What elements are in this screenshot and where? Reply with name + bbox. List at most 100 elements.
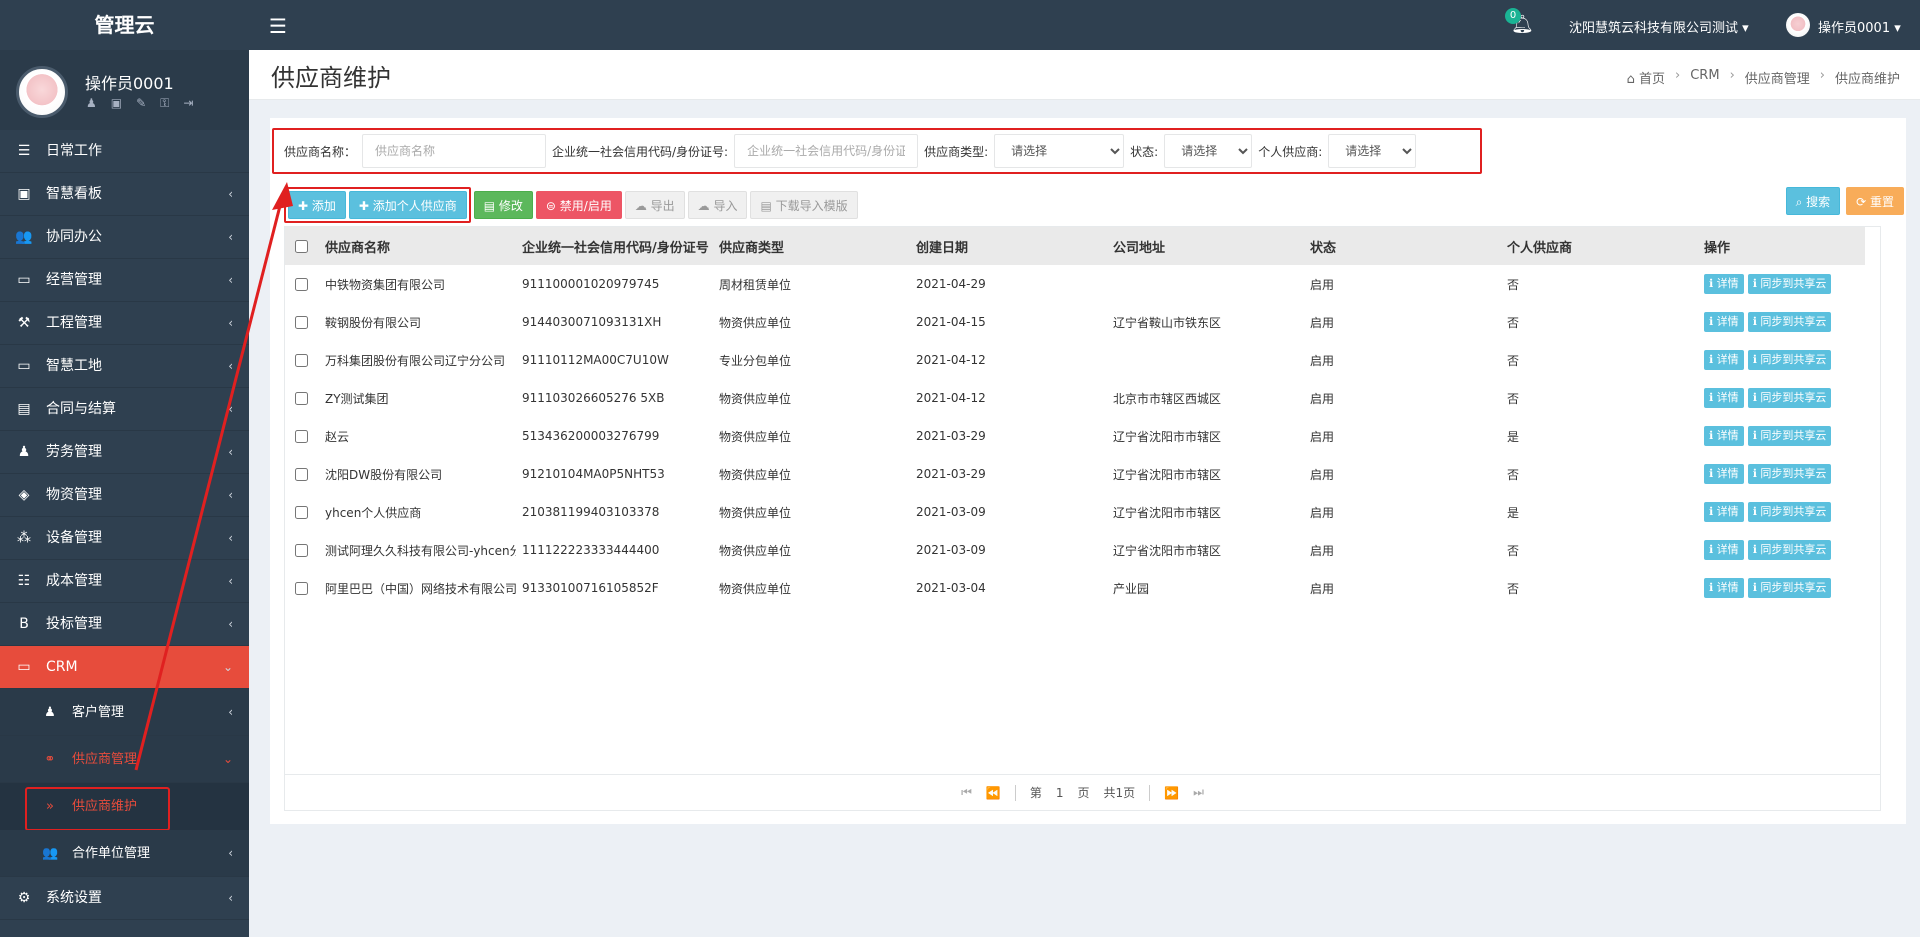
status-select[interactable]: 请选择 — [1164, 134, 1253, 168]
table-row[interactable]: 沈阳DW股份有限公司 91210104MA0P5NHT53 物资供应单位 2021-0… — [285, 455, 1865, 493]
table-row[interactable]: 万科集团股份有限公司辽宁分公司 91110112MA00C7U10W 专业分包单位 2… — [285, 341, 1865, 379]
row-checkbox[interactable] — [295, 544, 308, 557]
table-row[interactable]: 赵云 513436200003276799 物资供应单位 2021-03-29 辽宁省沈… — [285, 417, 1865, 455]
sync-shared-cloud-button[interactable]: ℹ 同步到共享云 — [1747, 578, 1832, 598]
table-body: 中铁物资集团有限公司 911100001020979745 周材租赁单位 2021-0… — [285, 265, 1865, 607]
detail-button[interactable]: ℹ 详情 — [1704, 464, 1744, 484]
key-icon[interactable]: ⚿ — [160, 96, 169, 111]
supplier-type-select[interactable]: 请选择 — [994, 134, 1125, 168]
sidebar-item-supplier-maintenance[interactable]: » 供应商维护 — [0, 783, 249, 831]
detail-button[interactable]: ℹ 详情 — [1704, 426, 1744, 446]
sync-shared-cloud-button[interactable]: ℹ 同步到共享云 — [1747, 274, 1832, 294]
sync-shared-cloud-button[interactable]: ℹ 同步到共享云 — [1747, 312, 1832, 332]
table-row[interactable]: 测试阿理久久科技有限公司-yhcen分 111122223333444400 物资供… — [285, 531, 1865, 569]
sidebar-item[interactable]: ♟ 劳务管理 ‹ — [0, 431, 249, 474]
table-row[interactable]: ZY测试集团 911103026605276 5XB 物资供应单位 2021-04-1… — [285, 379, 1865, 417]
search-button[interactable]: ⌕ 搜索 — [1785, 187, 1841, 215]
table-cell: 2021-04-29 — [916, 277, 986, 291]
sidebar-item[interactable]: ☰ 日常工作 — [0, 130, 249, 173]
hamburger-icon[interactable]: ☰ — [269, 14, 287, 38]
table-cell: 启用 — [1310, 353, 1335, 368]
add-personal-supplier-button[interactable]: ✚ 添加个人供应商 — [348, 191, 467, 219]
table-row[interactable]: 阿里巴巴（中国）网络技术有限公司 91330100716105852F 物资供应单位… — [285, 569, 1865, 607]
export-button[interactable]: ☁ 导出 — [624, 191, 685, 219]
detail-button[interactable]: ℹ 详情 — [1704, 350, 1744, 370]
detail-button[interactable]: ℹ 详情 — [1704, 578, 1744, 598]
sidebar-item[interactable]: ◈ 物资管理 ‹ — [0, 474, 249, 517]
row-checkbox[interactable] — [295, 506, 308, 519]
breadcrumb-home[interactable]: ⌂ 首页 — [1627, 68, 1665, 87]
sidebar-item[interactable]: ⁂ 设备管理 ‹ — [0, 517, 249, 560]
sidebar-item[interactable]: ▣ 智慧看板 ‹ — [0, 173, 249, 216]
row-checkbox[interactable] — [295, 582, 308, 595]
import-button[interactable]: ☁ 导入 — [687, 191, 748, 219]
sidebar-item-customer[interactable]: ♟ 客户管理 ‹ — [0, 689, 249, 736]
avatar[interactable] — [16, 66, 68, 118]
table-cell: 启用 — [1310, 581, 1335, 596]
detail-button[interactable]: ℹ 详情 — [1704, 502, 1744, 522]
table-cell: 91330100716105852F — [522, 581, 659, 595]
select-all-checkbox[interactable] — [295, 239, 308, 253]
credit-code-input[interactable] — [734, 134, 919, 168]
edit-icon[interactable]: ✎ — [136, 96, 146, 111]
sidebar-item[interactable]: ☷ 成本管理 ‹ — [0, 560, 249, 603]
sync-shared-cloud-button[interactable]: ℹ 同步到共享云 — [1747, 502, 1832, 522]
table-cell: 否 — [1507, 467, 1520, 482]
detail-button[interactable]: ℹ 详情 — [1704, 540, 1744, 560]
bold-icon: B — [19, 616, 29, 632]
table-row[interactable]: 鞍钢股份有限公司 9144030071093131XH 物资供应单位 2021-04-… — [285, 303, 1865, 341]
detail-button[interactable]: ℹ 详情 — [1704, 274, 1744, 294]
sync-shared-cloud-button[interactable]: ℹ 同步到共享云 — [1747, 464, 1832, 484]
personal-supplier-select[interactable]: 请选择 — [1328, 134, 1417, 168]
logout-icon[interactable]: ⇥ — [183, 96, 193, 111]
table-row[interactable]: yhcen个人供应商 210381199403103378 物资供应单位 2021-0… — [285, 493, 1865, 531]
sync-shared-cloud-button[interactable]: ℹ 同步到共享云 — [1747, 540, 1832, 560]
reset-button[interactable]: ⟳ 重置 — [1846, 187, 1904, 215]
breadcrumb-crm[interactable]: CRM — [1690, 68, 1719, 87]
sidebar-item-label: 合同与结算 — [46, 401, 116, 417]
row-checkbox[interactable] — [295, 468, 308, 481]
row-checkbox[interactable] — [295, 278, 308, 291]
detail-button[interactable]: ℹ 详情 — [1704, 388, 1744, 408]
edit-button[interactable]: ▤ 修改 — [473, 191, 533, 219]
row-checkbox[interactable] — [295, 392, 308, 405]
sync-shared-cloud-button[interactable]: ℹ 同步到共享云 — [1747, 388, 1832, 408]
divider — [1149, 784, 1151, 801]
sidebar-item[interactable]: ▭ 经营管理 ‹ — [0, 259, 249, 302]
sidebar-item[interactable]: B 投标管理 ‹ — [0, 603, 249, 646]
sidebar-item[interactable]: 👥 协同办公 ‹ — [0, 216, 249, 259]
add-button[interactable]: ✚ 添加 — [288, 191, 346, 219]
detail-button[interactable]: ℹ 详情 — [1704, 312, 1744, 332]
sidebar-item[interactable]: ▭ 智慧工地 ‹ — [0, 345, 249, 388]
sidebar-item-settings[interactable]: ⚙ 系统设置 ‹ — [0, 877, 249, 920]
sidebar-item[interactable]: ⚒ 工程管理 ‹ — [0, 302, 249, 345]
company-dropdown[interactable]: 沈阳慧筑云科技有限公司测试 ▾ — [1569, 17, 1749, 36]
breadcrumb-label: 首页 — [1639, 72, 1666, 87]
download-template-button[interactable]: ▤ 下载导入模版 — [750, 191, 858, 219]
user-dropdown[interactable]: 操作员0001 ▾ — [1818, 17, 1901, 36]
first-page-icon[interactable]: ⏮ — [961, 785, 972, 800]
row-checkbox[interactable] — [295, 354, 308, 367]
page-number-input[interactable]: 1 — [1056, 786, 1064, 800]
sync-shared-cloud-button[interactable]: ℹ 同步到共享云 — [1747, 426, 1832, 446]
id-card-icon[interactable]: ▣ — [111, 96, 122, 111]
next-page-icon[interactable]: ⏩ — [1164, 786, 1179, 800]
row-checkbox[interactable] — [295, 430, 308, 443]
sidebar-item-crm[interactable]: ▭ CRM ⌄ — [0, 646, 249, 689]
table-cell: 2021-03-09 — [916, 505, 986, 519]
chevron-left-icon: ‹ — [228, 891, 233, 905]
row-checkbox[interactable] — [295, 316, 308, 329]
toggle-status-button[interactable]: ⊜ 禁用/启用 — [535, 191, 622, 219]
last-page-icon[interactable]: ⏭ — [1193, 785, 1204, 800]
avatar[interactable] — [1786, 13, 1810, 37]
breadcrumb-supplier-mgmt[interactable]: 供应商管理 — [1745, 68, 1810, 87]
sidebar-item[interactable]: ▤ 合同与结算 ‹ — [0, 388, 249, 431]
table-cell: 辽宁省沈阳市市辖区 — [1113, 467, 1222, 482]
sidebar-item-supplier[interactable]: ⚭ 供应商管理 ⌄ — [0, 736, 249, 783]
prev-page-icon[interactable]: ⏪ — [986, 786, 1001, 800]
supplier-name-input[interactable] — [362, 134, 547, 168]
sidebar-item-partner[interactable]: 👥 合作单位管理 ‹ — [0, 830, 249, 877]
table-row[interactable]: 中铁物资集团有限公司 911100001020979745 周材租赁单位 2021-0… — [285, 265, 1865, 303]
sync-shared-cloud-button[interactable]: ℹ 同步到共享云 — [1747, 350, 1832, 370]
user-icon[interactable]: ♟ — [86, 96, 97, 111]
